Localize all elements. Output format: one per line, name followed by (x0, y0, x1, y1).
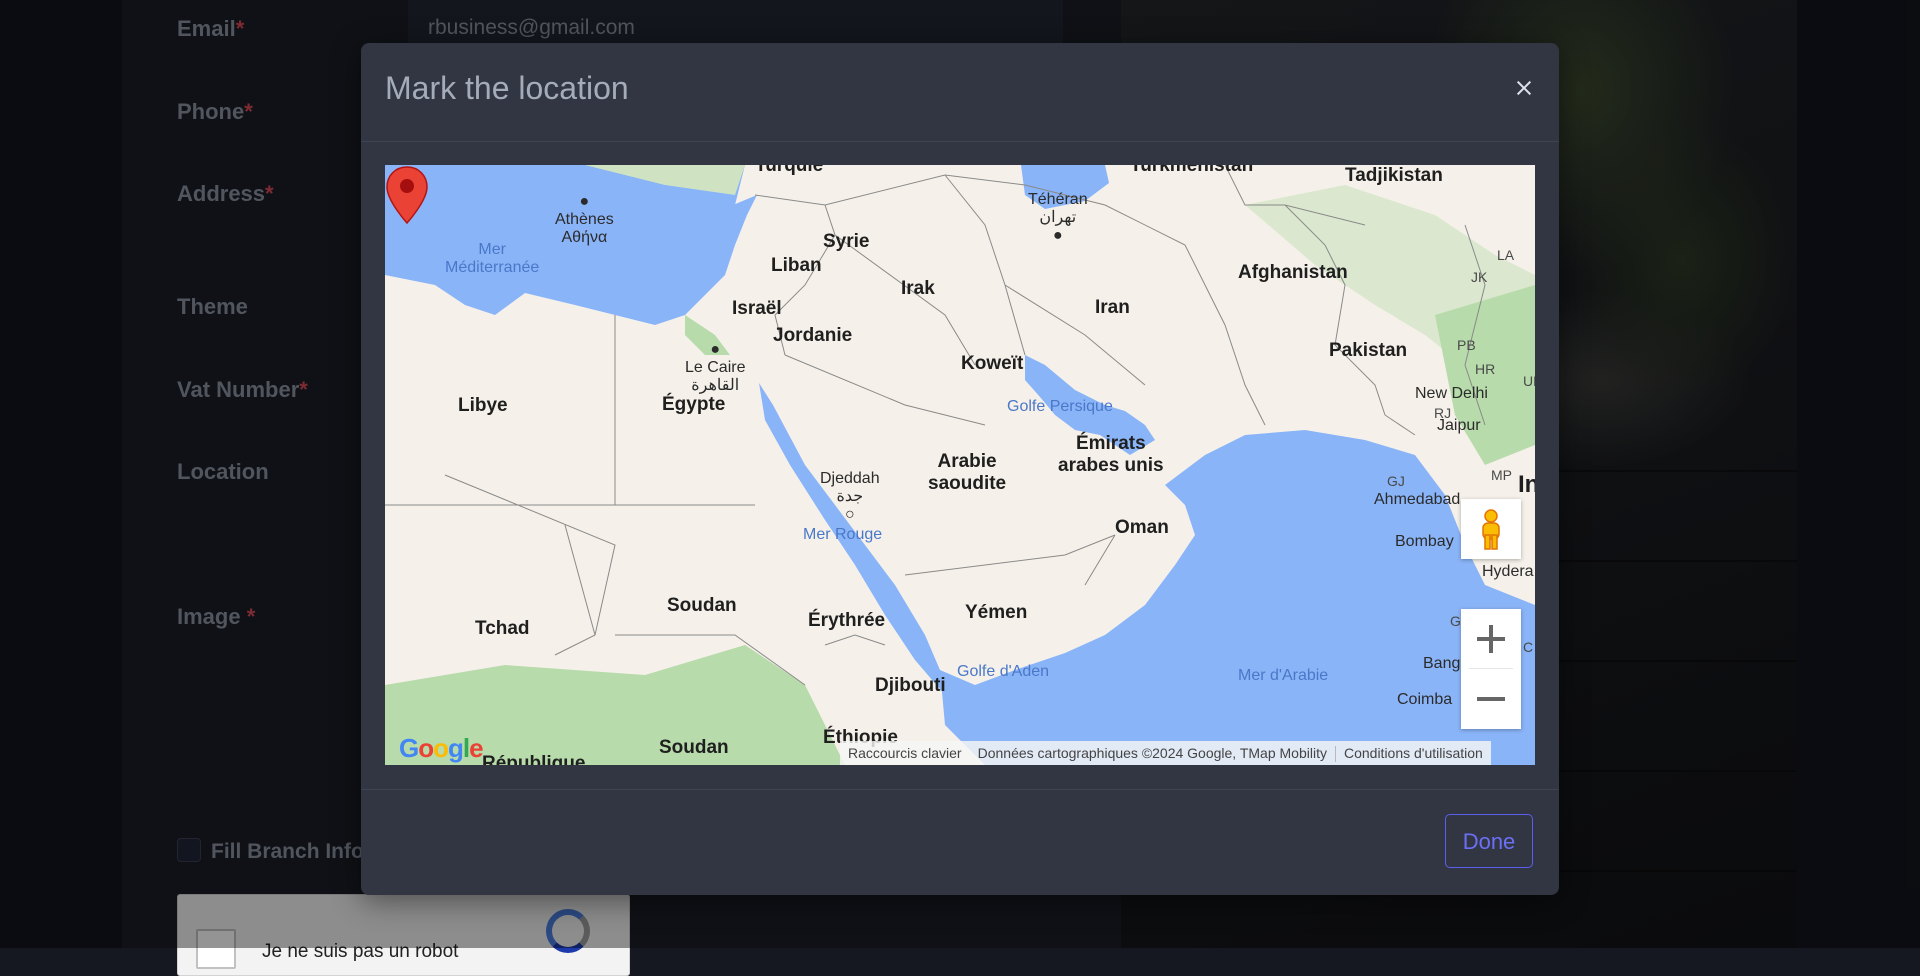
map-city-new-delhi: New Delhi (1415, 385, 1488, 402)
map-data-text: Données cartographiques ©2024 Google, TM… (977, 745, 1327, 761)
done-button[interactable]: Done (1445, 814, 1533, 868)
map-label-libye: Libye (458, 395, 508, 416)
map-city-teheran: Téhéran تهران ● (1028, 191, 1088, 244)
map-label-egypte: Égypte (662, 394, 726, 415)
close-icon[interactable] (1509, 73, 1539, 103)
map-label-erythree: Érythrée (808, 610, 886, 631)
location-modal: Mark the location Turquie Turkménistan T… (361, 43, 1559, 895)
modal-header: Mark the location (361, 43, 1559, 142)
map-city-le-caire: ● Le Caire القاهرة (685, 341, 746, 394)
map-region-label: MP (1491, 467, 1512, 483)
map-label-emirats: Émirats arabes unis (1058, 433, 1164, 476)
zoom-out-button[interactable] (1461, 669, 1521, 729)
map-attribution: Raccourcis clavier Données cartographique… (840, 741, 1491, 765)
map-label-soudan: Soudan (667, 595, 737, 616)
map-water-mediterranee: Mer Méditerranée (445, 241, 540, 276)
map-city-athenes: ● Athènes Αθήνα (555, 193, 614, 246)
map-label-djibouti: Djibouti (875, 675, 946, 696)
map-label-turkmenistan: Turkménistan (1130, 165, 1254, 176)
pegman-icon (1482, 509, 1500, 550)
map-region-label: JK (1471, 269, 1488, 285)
map-city-coimba: Coimba (1397, 691, 1453, 708)
map-city-djeddah: Djeddah جدة ○ (820, 470, 880, 523)
modal-title: Mark the location (385, 70, 629, 106)
zoom-in-button[interactable] (1461, 609, 1521, 669)
map-label-iran: Iran (1095, 297, 1130, 318)
map-label-israel: Israël (732, 298, 782, 319)
map-label-turquie: Turquie (755, 165, 824, 176)
map-region-label: PB (1457, 337, 1476, 353)
map-region-label: HR (1475, 361, 1496, 377)
map-water-mer-rouge: Mer Rouge (803, 526, 883, 543)
map-city-bang: Bang (1423, 655, 1461, 672)
map-water-golfe-aden: Golfe d'Aden (957, 663, 1050, 680)
map-label-pakistan: Pakistan (1329, 340, 1408, 361)
modal-footer: Done (361, 789, 1559, 896)
map-label-tchad: Tchad (475, 618, 530, 639)
map-region-label: LA (1497, 247, 1515, 263)
map-label-tadjikistan: Tadjikistan (1345, 165, 1443, 186)
map-label-liban: Liban (771, 255, 822, 276)
map-water-mer-arabie: Mer d'Arabie (1238, 667, 1329, 684)
map-region-label: C (1523, 639, 1534, 655)
terms-link[interactable]: Conditions d'utilisation (1336, 741, 1491, 765)
google-logo: Google (399, 733, 484, 763)
map-label-soudan-sud: Soudan (659, 737, 729, 758)
map-label-yemen: Yémen (965, 602, 1028, 623)
map-label-syrie: Syrie (823, 231, 870, 252)
map-label-republique: République (482, 753, 586, 765)
map-region-label: RJ (1434, 405, 1452, 421)
map-canvas[interactable]: Turquie Turkménistan Tadjikistan Syrie L… (385, 165, 1535, 765)
map-label-irak: Irak (901, 278, 935, 299)
street-view-pegman-icon[interactable] (1461, 499, 1521, 559)
map-city-bombay: Bombay (1395, 533, 1454, 550)
map-water-golfe-persique: Golfe Persique (1007, 398, 1113, 415)
map-label-koweit: Koweït (961, 353, 1024, 374)
map-label-inde: In (1518, 471, 1535, 498)
map-label-arabie: Arabie saoudite (928, 451, 1007, 494)
keyboard-shortcuts-link[interactable]: Raccourcis clavier (840, 741, 970, 765)
map-label-afghanistan: Afghanistan (1238, 262, 1348, 283)
map-region-label: UP (1523, 373, 1535, 389)
location-marker-icon[interactable] (385, 165, 429, 225)
zoom-control (1461, 609, 1521, 729)
map-label-jordanie: Jordanie (773, 325, 853, 346)
map-city-ahmedabad: Ahmedabad (1374, 491, 1461, 508)
map-region-label: GJ (1387, 473, 1405, 489)
map-city-hydera: Hydera (1482, 563, 1534, 580)
map-label-oman: Oman (1115, 517, 1169, 538)
